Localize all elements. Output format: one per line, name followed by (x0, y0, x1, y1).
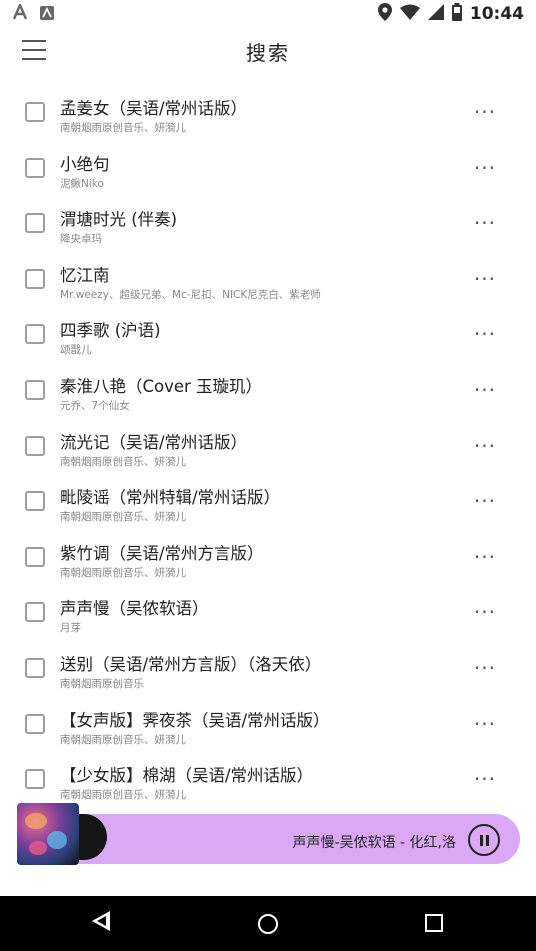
song-artist: 元乔、7个仙女 (60, 399, 130, 412)
song-artist: 南朝烟雨原创音乐、妍漪儿 (60, 455, 186, 468)
song-row[interactable]: 忆江南 Mr.weezy、超级兄弟、Mc-尼扣、NICK尼克白、紫老师 ··· (0, 247, 536, 303)
signal-icon (427, 4, 444, 24)
more-options-icon[interactable]: ··· (474, 156, 496, 180)
song-title: 孟姜女（吴语/常州话版） (60, 99, 248, 118)
song-row[interactable]: 【少女版】棉湖（吴语/常州话版） 南朝烟雨原创音乐、妍漪儿 ··· (0, 747, 536, 803)
song-checkbox[interactable] (25, 769, 45, 790)
song-checkbox[interactable] (25, 546, 45, 567)
song-artist: 颂戬儿 (60, 344, 92, 357)
song-title: 毗陵谣（常州特辑/常州话版） (60, 488, 281, 508)
song-row[interactable]: 送别（吴语/常州方言版）（洛天依） 南朝烟雨原创音乐 ··· (0, 636, 536, 692)
song-artist: 南朝烟雨原创音乐、妍漪儿 (60, 122, 186, 134)
song-row[interactable]: 四季歌 (沪语) 颂戬儿 ··· (0, 302, 536, 358)
song-checkbox[interactable] (25, 102, 45, 122)
song-artist: 南朝烟雨原创音乐、妍漪儿 (60, 733, 186, 746)
song-artist: 南朝烟雨原创音乐、妍漪儿 (60, 511, 186, 524)
song-title: 【女声版】霁夜茶（吴语/常州话版） (60, 710, 330, 730)
song-title: 声声慢（吴侬软语） (60, 599, 209, 619)
wifi-icon (399, 4, 420, 24)
song-checkbox[interactable] (25, 657, 45, 678)
pause-button[interactable] (468, 824, 500, 856)
app-bar: 搜索 (0, 28, 536, 74)
more-options-icon[interactable]: ··· (474, 489, 496, 513)
notification-icons (12, 1, 54, 24)
album-cover-image (17, 803, 79, 865)
menu-icon[interactable] (22, 40, 46, 60)
system-indicators: 10:44 (377, 3, 524, 25)
song-checkbox[interactable] (25, 379, 45, 400)
more-options-icon[interactable]: ··· (474, 656, 496, 680)
song-checkbox[interactable] (25, 491, 45, 512)
song-row[interactable]: 【女声版】霁夜茶（吴语/常州话版） 南朝烟雨原创音乐、妍漪儿 ··· (0, 692, 536, 748)
song-artist: 降央卓玛 (60, 233, 102, 246)
now-playing-title: 声声慢-吴侬软语 - 化红,洛 (292, 835, 456, 851)
song-checkbox[interactable] (25, 435, 45, 456)
song-row[interactable]: 毗陵谣（常州特辑/常州话版） 南朝烟雨原创音乐、妍漪儿 ··· (0, 469, 536, 525)
song-artist: 月芽 (60, 622, 81, 635)
song-artist: 泥鳅Niko (60, 177, 104, 190)
back-icon-inner (97, 916, 106, 926)
song-title: 渭塘时光 (伴奏) (60, 210, 178, 230)
status-clock: 10:44 (469, 4, 524, 24)
more-options-icon[interactable]: ··· (474, 211, 496, 235)
song-title: 忆江南 (60, 265, 110, 285)
song-list: 孟姜女（吴语/常州话版） 南朝烟雨原创音乐、妍漪儿 ··· 小绝句 泥鳅Niko ··· 渭… (0, 80, 536, 803)
song-row[interactable]: 孟姜女（吴语/常州话版） 南朝烟雨原创音乐、妍漪儿 ··· (0, 80, 536, 136)
song-title: 秦淮八艳（Cover 玉璇玑） (60, 376, 263, 396)
song-checkbox[interactable] (25, 268, 45, 289)
more-options-icon[interactable]: ··· (474, 600, 496, 624)
song-artist: Mr.weezy、超级兄弟、Mc-尼扣、NICK尼克白、紫老师 (60, 288, 321, 301)
app-notification-icon (12, 1, 30, 24)
home-icon[interactable] (258, 914, 278, 934)
more-options-icon[interactable]: ··· (474, 434, 496, 458)
song-row[interactable]: 声声慢（吴侬软语） 月芽 ··· (0, 580, 536, 636)
recents-icon[interactable] (425, 914, 443, 932)
song-checkbox[interactable] (25, 713, 45, 734)
more-options-icon[interactable]: ··· (474, 712, 496, 736)
song-checkbox[interactable] (25, 324, 45, 345)
more-options-icon[interactable]: ··· (474, 545, 496, 569)
status-bar: 10:44 (0, 0, 536, 28)
song-row[interactable]: 渭塘时光 (伴奏) 降央卓玛 ··· (0, 191, 536, 247)
location-icon (377, 3, 392, 25)
album-art[interactable] (17, 803, 107, 865)
song-checkbox[interactable] (25, 602, 45, 623)
song-artist: 南朝烟雨原创音乐、妍漪儿 (60, 789, 186, 802)
song-artist: 南朝烟雨原创音乐、妍漪儿 (60, 566, 186, 579)
song-title: 【少女版】棉湖（吴语/常州话版） (60, 766, 314, 786)
more-options-icon[interactable]: ··· (474, 322, 496, 346)
battery-icon (451, 3, 462, 25)
song-row[interactable]: 秦淮八艳（Cover 玉璇玑） 元乔、7个仙女 ··· (0, 358, 536, 414)
system-nav-bar (0, 896, 536, 951)
song-checkbox[interactable] (25, 157, 45, 178)
more-options-icon[interactable]: ··· (474, 767, 496, 791)
song-row[interactable]: 紫竹调（吴语/常州方言版） 南朝烟雨原创音乐、妍漪儿 ··· (0, 525, 536, 581)
song-title: 流光记（吴语/常州话版） (60, 432, 248, 452)
more-options-icon[interactable]: ··· (474, 100, 496, 124)
song-title: 小绝句 (60, 154, 110, 174)
song-artist: 南朝烟雨原创音乐 (60, 677, 144, 690)
song-title: 紫竹调（吴语/常州方言版） (60, 543, 264, 563)
song-title: 四季歌 (沪语) (60, 321, 161, 341)
page-title: 搜索 (246, 40, 290, 65)
song-row[interactable]: 流光记（吴语/常州话版） 南朝烟雨原创音乐、妍漪儿 ··· (0, 414, 536, 470)
song-title: 送别（吴语/常州方言版）（洛天依） (60, 654, 322, 674)
song-row[interactable]: 小绝句泥鳅Niko ··· (0, 136, 536, 192)
app-notification-icon (40, 5, 54, 24)
song-checkbox[interactable] (25, 213, 45, 234)
more-options-icon[interactable]: ··· (474, 378, 496, 402)
more-options-icon[interactable]: ··· (474, 267, 496, 291)
